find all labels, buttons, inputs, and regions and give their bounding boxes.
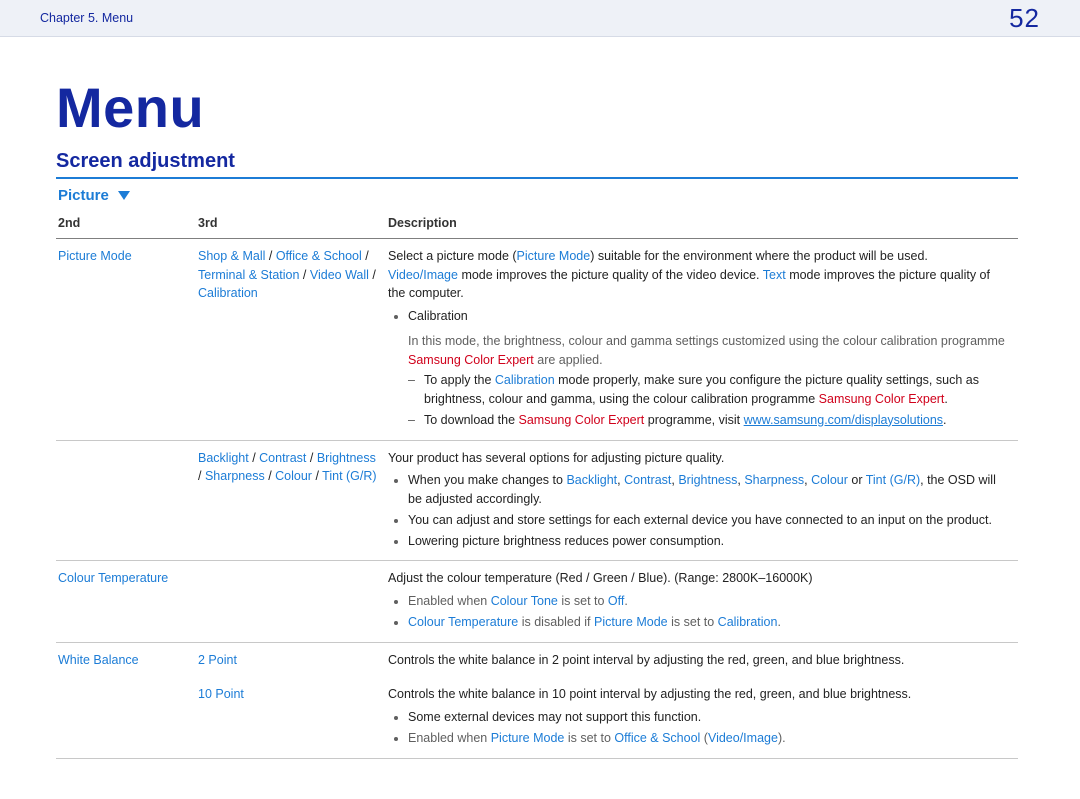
- category-label: Picture: [58, 187, 109, 204]
- cell-white-balance: White Balance: [58, 653, 139, 667]
- table-row: 10 Point Controls the white balance in 1…: [56, 677, 1018, 758]
- cell-description: Adjust the colour temperature (Red / Gre…: [386, 561, 1018, 642]
- page-header: Chapter 5. Menu 52: [0, 0, 1080, 37]
- col-3rd: 3rd: [196, 210, 386, 238]
- dash-item: To download the Samsung Color Expert pro…: [408, 411, 1010, 430]
- page-number: 52: [1009, 3, 1040, 34]
- table-row: Picture Mode Shop & Mall / Office & Scho…: [56, 238, 1018, 440]
- cell-adjust-list: Backlight / Contrast / Brightness / Shar…: [196, 440, 386, 561]
- page-title: Menu: [56, 75, 1018, 140]
- cell-description: Your product has several options for adj…: [386, 440, 1018, 561]
- chapter-label: Chapter 5. Menu: [40, 11, 133, 25]
- table-row: White Balance 2 Point Controls the white…: [56, 642, 1018, 677]
- section-heading: Screen adjustment: [56, 150, 1018, 173]
- triangle-down-icon: [118, 191, 130, 200]
- section-rule: [56, 177, 1018, 179]
- col-2nd: 2nd: [56, 210, 196, 238]
- cell-description: Controls the white balance in 10 point i…: [386, 677, 1018, 758]
- cell-colour-temperature: Colour Temperature: [58, 571, 168, 585]
- table-row: Colour Temperature Adjust the colour tem…: [56, 561, 1018, 642]
- page-body: Menu Screen adjustment Picture 2nd 3rd D…: [0, 37, 1080, 799]
- cell-description: Select a picture mode (Picture Mode) sui…: [386, 238, 1018, 440]
- download-link[interactable]: www.samsung.com/displaysolutions: [744, 413, 943, 427]
- menu-table: 2nd 3rd Description Picture Mode Shop & …: [56, 210, 1018, 759]
- dash-item: To apply the Calibration mode properly, …: [408, 371, 1010, 409]
- category-row: Picture: [58, 187, 1018, 204]
- cell-picture-mode: Picture Mode: [58, 249, 132, 263]
- table-row: Backlight / Contrast / Brightness / Shar…: [56, 440, 1018, 561]
- col-description: Description: [386, 210, 1018, 238]
- cell-modes-list: Shop & Mall / Office & School / Terminal…: [196, 238, 386, 440]
